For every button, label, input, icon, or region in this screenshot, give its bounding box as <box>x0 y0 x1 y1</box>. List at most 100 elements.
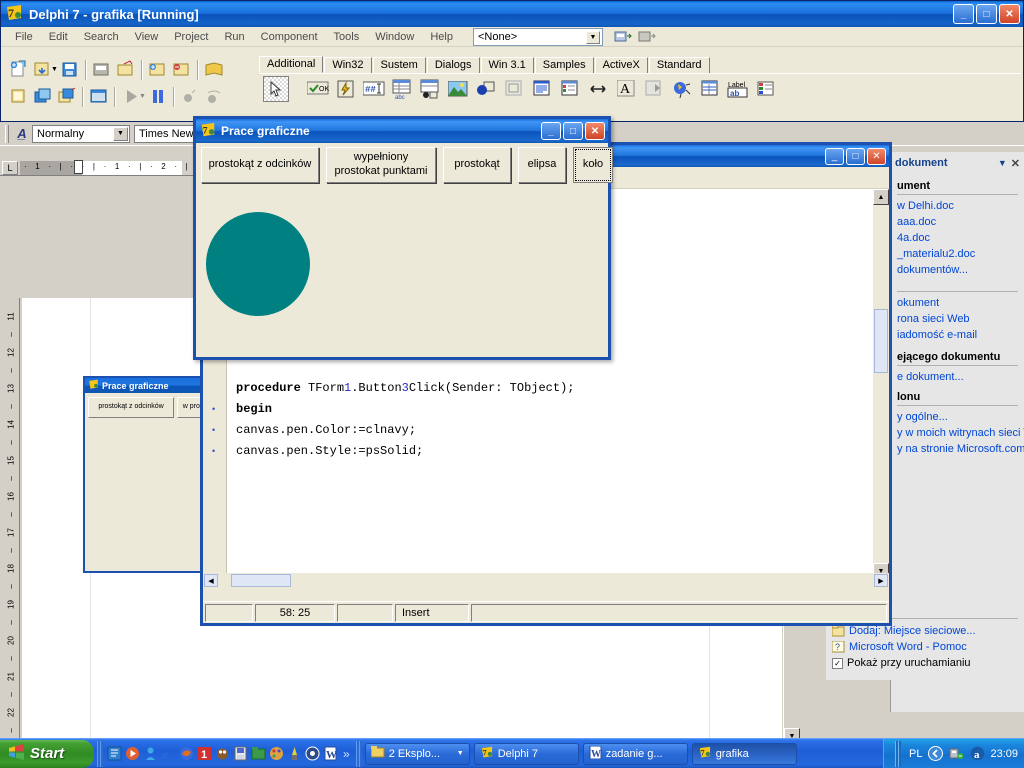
project-combo[interactable]: <None> ▼ <box>472 27 603 46</box>
labelededit-icon[interactable]: Label ab <box>725 76 751 102</box>
task-pane-link[interactable]: w Delhi.doc <box>891 198 1024 214</box>
close-button[interactable]: ✕ <box>999 4 1020 24</box>
folder-icon[interactable] <box>250 745 267 762</box>
pause-icon[interactable] <box>146 85 170 108</box>
task-pane-link[interactable]: dokumentów... <box>891 262 1024 278</box>
taskbar-item-delphi7[interactable]: 7 Delphi 7 <box>473 742 579 765</box>
applicationevents-icon[interactable] <box>669 76 695 102</box>
task-pane-link[interactable]: y na stronie Microsoft.com <box>891 441 1024 457</box>
menu-item-window[interactable]: Window <box>367 29 422 45</box>
save-all-icon[interactable] <box>90 58 114 81</box>
palette-tab-dialogs[interactable]: Dialogs <box>426 57 480 73</box>
close-button[interactable]: ✕ <box>585 122 605 140</box>
clock[interactable]: 23:09 <box>990 748 1018 760</box>
style-combo[interactable]: Normalny ▼ <box>32 124 130 143</box>
task-pane-link[interactable]: y ogólne... <box>891 409 1024 425</box>
task-pane-link[interactable]: rona sieci Web <box>891 311 1024 327</box>
toggle-form-unit-icon[interactable] <box>31 85 55 108</box>
menu-item-view[interactable]: View <box>127 29 167 45</box>
chevron-down-icon[interactable]: ▼ <box>113 126 128 141</box>
prace-graficzne-background-window[interactable]: Prace graficzne prostokąt z odcinków w p… <box>83 376 215 573</box>
prace-graficzne-small-title-bar[interactable]: Prace graficzne <box>85 378 209 393</box>
minimize-button[interactable]: _ <box>541 122 561 140</box>
valuelisteditor-icon[interactable] <box>697 76 723 102</box>
button-prostokat-z-odcinkow[interactable]: prostokąt z odcinków <box>201 147 319 183</box>
splitter-icon[interactable] <box>585 76 611 102</box>
clock-icon[interactable] <box>304 745 321 762</box>
horizontal-scroll-thumb[interactable] <box>231 574 291 587</box>
task-pane-link[interactable]: y w moich witrynach sieci \ <box>891 425 1024 441</box>
button-prostokat[interactable]: prostokąt <box>443 147 511 183</box>
drawgrid-icon[interactable] <box>417 76 443 102</box>
maximize-button[interactable]: □ <box>976 4 997 24</box>
maskedit-icon[interactable]: ## <box>361 76 387 102</box>
language-indicator[interactable]: PL <box>909 748 922 760</box>
menu-item-component[interactable]: Component <box>253 29 326 45</box>
prace-graficzne-title-bar[interactable]: 7 Prace graficzne _ □ ✕ <box>196 119 608 143</box>
firefox-icon[interactable] <box>178 745 195 762</box>
open-project-icon[interactable] <box>114 58 138 81</box>
save-project-icon[interactable] <box>611 25 635 48</box>
button-wypelniony-prostokat-punktami[interactable]: wypełniony prostokat punktami <box>326 147 436 183</box>
scroll-up-button[interactable]: ▲ <box>873 189 889 205</box>
image-icon[interactable] <box>445 76 471 102</box>
bitbtn-icon[interactable]: OK <box>305 76 331 102</box>
task-pane-link[interactable]: aaa.doc <box>891 214 1024 230</box>
palette-icon[interactable] <box>268 745 285 762</box>
bevel-icon[interactable] <box>501 76 527 102</box>
new-form-icon[interactable] <box>7 85 31 108</box>
close-icon[interactable]: ✕ <box>1011 157 1020 170</box>
taskbar-item-grafika[interactable]: 7 grafika <box>691 742 797 765</box>
palette-tab-win32[interactable]: Win32 <box>324 57 372 73</box>
minimize-button[interactable]: _ <box>825 147 844 165</box>
colorbox-icon[interactable] <box>753 76 779 102</box>
task-pane-footer-item[interactable]: ? Microsoft Word - Pomoc <box>826 639 1024 655</box>
adobe-icon[interactable]: a <box>969 746 985 762</box>
media-player-icon[interactable] <box>124 745 141 762</box>
scrollbox-icon[interactable] <box>529 76 555 102</box>
checkbox[interactable]: ✓ <box>832 657 843 669</box>
tab-selector-button[interactable]: L <box>2 161 18 175</box>
word-icon[interactable]: W <box>322 745 339 762</box>
palette-tab-additional[interactable]: Additional <box>259 56 324 73</box>
maximize-button[interactable]: □ <box>563 122 583 140</box>
chevron-down-icon[interactable]: ▼ <box>457 750 464 757</box>
staticttext-icon[interactable]: A <box>613 76 639 102</box>
scroll-right-button[interactable]: ▶ <box>874 574 888 587</box>
start-button[interactable]: Start <box>0 739 94 768</box>
messenger-icon[interactable] <box>142 745 159 762</box>
add-file-icon[interactable] <box>146 58 170 81</box>
view-unit-icon[interactable] <box>55 85 79 108</box>
button-elipsa[interactable]: elipsa <box>518 147 566 183</box>
minimize-button[interactable]: _ <box>953 4 974 24</box>
palette-tab-samples[interactable]: Samples <box>534 57 594 73</box>
palette-tab-activex[interactable]: ActiveX <box>594 57 648 73</box>
menu-item-edit[interactable]: Edit <box>41 29 76 45</box>
taskbar-item-explorer[interactable]: 2 Eksplo... ▼ <box>364 742 470 765</box>
nero-icon[interactable] <box>232 745 249 762</box>
task-pane-link[interactable]: okument <box>891 295 1024 311</box>
tray-expand-icon[interactable] <box>927 746 943 762</box>
speedbutton-icon[interactable] <box>333 76 359 102</box>
chevron-down-icon[interactable]: ▼ <box>139 93 146 100</box>
internet-explorer-icon[interactable]: e <box>160 745 177 762</box>
task-pane-link[interactable]: iadomość e-mail <box>891 327 1024 343</box>
stringgrid-icon[interactable]: abc <box>389 76 415 102</box>
palette-tab-standard[interactable]: Standard <box>648 57 710 73</box>
maximize-button[interactable]: □ <box>846 147 865 165</box>
shape-icon[interactable] <box>473 76 499 102</box>
menu-item-help[interactable]: Help <box>422 29 461 45</box>
menu-item-run[interactable]: Run <box>216 29 252 45</box>
save-icon[interactable] <box>58 58 82 81</box>
menu-item-search[interactable]: Search <box>76 29 127 45</box>
menu-item-tools[interactable]: Tools <box>326 29 368 45</box>
vertical-scroll-thumb[interactable] <box>874 309 888 373</box>
editor-vertical-scrollbar[interactable]: ▲ ▼ <box>873 189 889 579</box>
chevron-down-icon[interactable]: ▼ <box>585 30 600 44</box>
indent-marker[interactable] <box>74 160 83 174</box>
gimp-icon[interactable] <box>214 745 231 762</box>
menu-item-file[interactable]: File <box>7 29 41 45</box>
vertical-ruler[interactable]: 11–12–13–14–15–16–17–18–19–20–21–22–23– <box>2 298 20 768</box>
palette-tab-system[interactable]: Sustem <box>372 57 426 73</box>
new-icon[interactable] <box>7 58 31 81</box>
